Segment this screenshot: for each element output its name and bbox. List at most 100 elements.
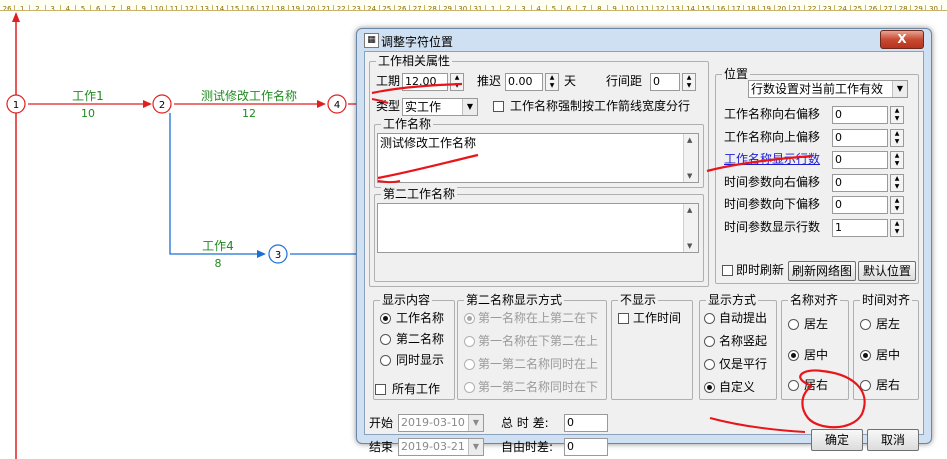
radio-time-center[interactable] xyxy=(860,350,871,361)
work-name-textarea[interactable]: 测试修改工作名称 ▲ ▼ xyxy=(377,133,699,183)
close-button[interactable]: X xyxy=(880,30,924,49)
name-align-group: 名称对齐 居左 居中 居右 xyxy=(781,293,849,400)
svg-text:1: 1 xyxy=(13,100,19,111)
time-center-label: 居中 xyxy=(876,348,901,362)
free-float-input[interactable]: 0 xyxy=(564,438,608,456)
radio-time-left[interactable] xyxy=(860,319,871,330)
refresh-network-button[interactable]: 刷新网络图 xyxy=(788,261,856,281)
both-bottom-label: 第一第二名称同时在下 xyxy=(478,380,599,394)
work-name-scrollbar[interactable]: ▲ ▼ xyxy=(683,134,698,182)
delay-input[interactable]: 0.00 xyxy=(505,73,543,91)
row-spacing-input[interactable]: 0 xyxy=(650,73,680,91)
name-left-label: 居左 xyxy=(804,317,829,331)
position-row-label[interactable]: 工作名称显示行数 xyxy=(724,152,820,167)
arrow-work4 xyxy=(169,113,264,255)
hide-work-time-checkbox[interactable] xyxy=(618,313,629,324)
radio-first-top[interactable] xyxy=(464,313,475,324)
position-row-spinner[interactable]: ▲ ▼ xyxy=(890,106,904,124)
second-name-legend: 第二工作名称 xyxy=(381,187,458,201)
instant-refresh-checkbox[interactable] xyxy=(722,265,733,276)
activity-duration-2: 12 xyxy=(242,107,256,120)
position-row-spinner[interactable]: ▲ ▼ xyxy=(890,218,904,237)
display-mode-legend: 显示方式 xyxy=(706,293,759,307)
second-name-textarea[interactable]: ▲ ▼ xyxy=(377,203,699,253)
time-right-label: 居右 xyxy=(876,378,901,392)
radio-name-center[interactable] xyxy=(788,350,799,361)
work-name-legend: 工作名称 xyxy=(381,117,434,131)
position-row-spinner[interactable]: ▲ ▼ xyxy=(890,196,904,214)
position-row-spinner[interactable]: ▲ ▼ xyxy=(890,151,904,169)
dialog-title: 调整字符位置 xyxy=(381,35,454,49)
position-row-label: 时间参数向下偏移 xyxy=(724,197,821,211)
position-row-label: 时间参数显示行数 xyxy=(724,219,821,234)
position-row-input[interactable]: 0 xyxy=(832,106,888,124)
free-float-label: 自由时差: xyxy=(501,440,554,454)
dialog-body: 工作相关属性 工期 12.00 ▲ ▼ 推迟 0.00 ▲ ▼ 天 行间距 0 ▲ ▼… xyxy=(364,51,924,456)
radio-both-top[interactable] xyxy=(464,359,475,370)
position-row-spinner[interactable]: ▲ ▼ xyxy=(890,128,904,147)
svg-text:3: 3 xyxy=(275,250,281,261)
position-row-input[interactable]: 0 xyxy=(832,128,888,147)
day-label: 天 xyxy=(564,74,577,88)
default-position-button[interactable]: 默认位置 xyxy=(858,261,916,281)
time-align-group: 时间对齐 居左 居中 居右 xyxy=(853,293,919,400)
adjust-text-position-dialog: ▦ 调整字符位置 X 工作相关属性 工期 12.00 ▲ ▼ 推迟 0.00 ▲ ▼… xyxy=(356,28,932,456)
second-name-group: 第二工作名称 ▲ ▼ xyxy=(374,187,704,282)
hide-group: 不显示 工作时间 xyxy=(611,293,693,400)
up-arrow-icon xyxy=(12,12,20,22)
radio-both-bottom[interactable] xyxy=(464,382,475,393)
radio-show-work-name[interactable] xyxy=(380,313,391,324)
all-work-checkbox[interactable] xyxy=(375,384,386,395)
ok-button[interactable]: 确定 xyxy=(811,429,863,451)
radio-show-second-name[interactable] xyxy=(380,334,391,345)
radio-auto[interactable] xyxy=(704,313,715,324)
duration-input[interactable]: 12.00 xyxy=(402,73,448,91)
second-name-mode-group: 第二名称显示方式 第一名称在上第二在下 第一名称在下第二在上 第一第二名称同时在… xyxy=(457,293,607,400)
hide-legend: 不显示 xyxy=(618,293,659,307)
node-2: 2 xyxy=(152,94,172,114)
radio-custom[interactable] xyxy=(704,382,715,393)
delay-label: 推迟 xyxy=(477,74,502,88)
start-date-picker[interactable]: 2019-03-10 ▼ xyxy=(398,414,484,432)
radio-vertical-name[interactable] xyxy=(704,336,715,347)
position-row-input[interactable]: 0 xyxy=(832,173,888,192)
radio-name-right[interactable] xyxy=(788,380,799,391)
activity-name-3: 工作4 xyxy=(202,239,234,253)
node-1: 1 xyxy=(6,94,26,114)
vertical-name-label: 名称竖起 xyxy=(719,334,768,348)
radio-show-both[interactable] xyxy=(380,355,391,366)
instant-refresh-label: 即时刷新 xyxy=(736,263,785,277)
second-name-mode-legend: 第二名称显示方式 xyxy=(464,293,565,307)
time-align-legend: 时间对齐 xyxy=(860,293,913,307)
dialog-titlebar: ▦ 调整字符位置 X xyxy=(357,29,931,51)
svg-text:2: 2 xyxy=(159,100,165,111)
position-row-input[interactable]: 0 xyxy=(832,196,888,214)
radio-first-bottom[interactable] xyxy=(464,336,475,347)
app-icon: ▦ xyxy=(364,33,379,48)
show-both-label: 同时显示 xyxy=(396,353,445,367)
type-select[interactable]: 实工作 ▼ xyxy=(402,98,478,116)
cancel-button[interactable]: 取消 xyxy=(867,429,919,451)
position-row-input[interactable]: 0 xyxy=(832,151,888,169)
force-wrap-label: 工作名称强制按工作箭线宽度分行 xyxy=(510,99,691,113)
position-row-input[interactable]: 1 xyxy=(832,218,888,237)
delay-spinner[interactable]: ▲ ▼ xyxy=(545,73,559,91)
position-row-label: 工作名称向上偏移 xyxy=(724,129,821,144)
radio-parallel[interactable] xyxy=(704,359,715,370)
work-properties-legend: 工作相关属性 xyxy=(376,54,453,68)
activity-name-1: 工作1 xyxy=(72,89,104,103)
row-spacing-spinner[interactable]: ▲ ▼ xyxy=(682,73,696,91)
total-float-input[interactable]: 0 xyxy=(564,414,608,432)
row-spacing-label: 行间距 xyxy=(606,74,643,88)
radio-time-right[interactable] xyxy=(860,380,871,391)
end-date-picker[interactable]: 2019-03-21 ▼ xyxy=(398,438,484,456)
position-mode-select[interactable]: 行数设置对当前工作有效 ▼ xyxy=(748,80,908,98)
position-row-spinner[interactable]: ▲ ▼ xyxy=(890,173,904,192)
custom-label: 自定义 xyxy=(719,380,756,394)
radio-name-left[interactable] xyxy=(788,319,799,330)
duration-spinner[interactable]: ▲ ▼ xyxy=(450,73,464,91)
first-bottom-label: 第一名称在下第二在上 xyxy=(478,334,599,348)
second-name-scrollbar[interactable]: ▲ ▼ xyxy=(683,204,698,252)
force-wrap-checkbox[interactable] xyxy=(493,101,504,112)
name-align-legend: 名称对齐 xyxy=(788,293,841,307)
